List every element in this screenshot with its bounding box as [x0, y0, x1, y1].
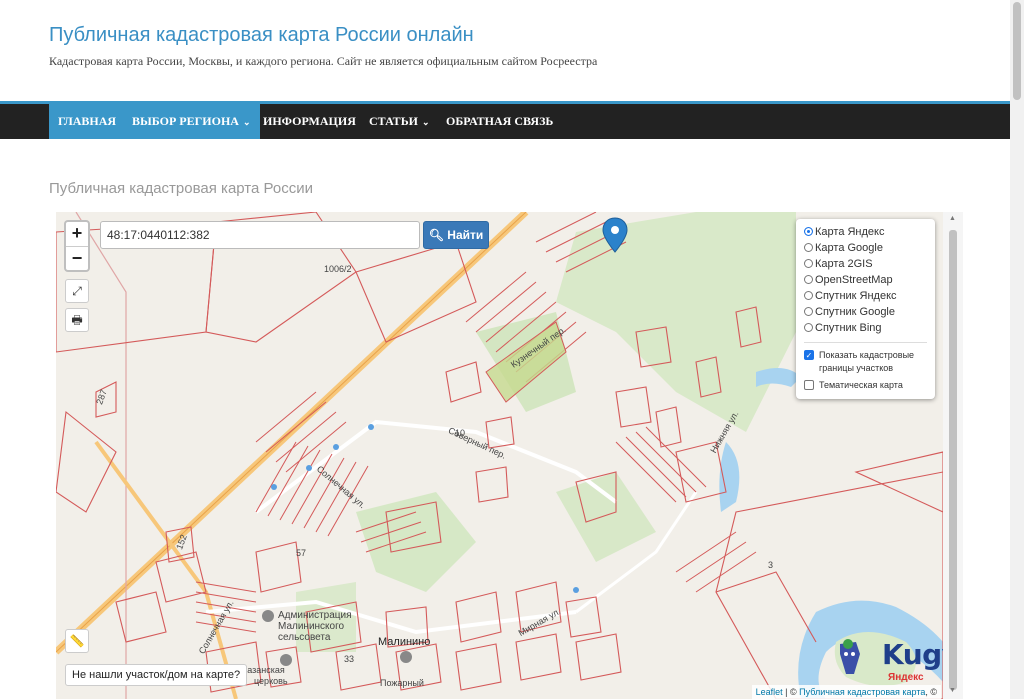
overlay-cadastral-borders[interactable]: ✓ Показать кадастровые границы участков	[804, 349, 927, 375]
nav-item-home[interactable]: ГЛАВНАЯ	[49, 104, 126, 139]
cadastral-map[interactable]: 1006/2 287 152 3 10 57 33 Северный пер. …	[56, 212, 943, 699]
layer-switcher: Карта Яндекс Карта Google Карта 2GIS Ope…	[796, 219, 935, 399]
map-label-admin-2: Малининского	[278, 621, 345, 632]
site-title[interactable]: Публичная кадастровая карта России онлай…	[49, 24, 474, 47]
map-label-parcel-3: 3	[768, 560, 774, 570]
map-label-parcel-57: 57	[296, 548, 307, 558]
chevron-down-icon: ⌄	[242, 117, 251, 127]
measure-button[interactable]: 📏	[65, 629, 89, 653]
ruler-icon: 📏	[69, 634, 85, 648]
layer-option-google-satellite[interactable]: Спутник Google	[804, 304, 927, 320]
cadastral-number-input[interactable]	[100, 221, 420, 249]
scroll-up-icon: ▲	[949, 215, 956, 222]
radio-selected	[804, 227, 813, 236]
map-label-parcel-1006: 1006/2	[324, 264, 352, 274]
printer-icon: 🖶	[71, 313, 83, 327]
page-heading: Публичная кадастровая карта России	[49, 180, 313, 197]
expand-icon: ⤢	[72, 284, 82, 298]
search-icon: 🔍︎	[428, 228, 444, 242]
page-scrollbar[interactable]	[1010, 0, 1024, 699]
zoom-control: + −	[64, 220, 90, 272]
radio	[804, 323, 813, 332]
radio	[804, 259, 813, 268]
map-label-admin: Администрация	[278, 610, 352, 621]
map-label-village: Малинино	[378, 636, 431, 648]
map-label-church: Казанская	[242, 665, 285, 675]
watermark-text: Kugy.ru	[882, 638, 943, 671]
map-label-parcel-33: 33	[344, 654, 355, 664]
radio	[804, 275, 813, 284]
map-label-church-2: церковь	[254, 676, 288, 686]
map-scrollbar[interactable]: ▲ ▼	[943, 212, 963, 699]
zoom-out-button[interactable]: −	[66, 246, 88, 270]
map-attribution: Leaflet | © Публичная кадастровая карта,…	[751, 685, 941, 699]
not-found-button[interactable]: Не нашли участок/дом на карте?	[65, 664, 248, 686]
site-subtitle: Кадастровая карта России, Москвы, и кажд…	[49, 54, 598, 68]
attribution-site-link[interactable]: Публичная кадастровая карта	[799, 687, 925, 697]
nav-item-feedback[interactable]: ОБРАТНАЯ СВЯЗЬ	[437, 104, 562, 139]
yandex-logo-text: Яндекс	[888, 672, 924, 683]
chevron-down-icon: ⌄	[421, 117, 430, 127]
main-navbar: ГЛАВНАЯ ВЫБОР РЕГИОНА ⌄ ИНФОРМАЦИЯ СТАТЬИ…	[0, 104, 1010, 139]
nav-item-articles[interactable]: СТАТЬИ ⌄	[360, 104, 439, 139]
fullscreen-button[interactable]: ⤢	[65, 279, 89, 303]
layer-option-google-map[interactable]: Карта Google	[804, 240, 927, 256]
nav-item-region-select[interactable]: ВЫБОР РЕГИОНА ⌄	[123, 104, 260, 139]
zoom-in-button[interactable]: +	[66, 222, 88, 246]
radio	[804, 243, 813, 252]
checkbox-checked-icon: ✓	[804, 350, 814, 360]
map-label-admin-3: сельсовета	[278, 632, 331, 643]
search-button[interactable]: 🔍︎ Найти	[423, 221, 489, 249]
layer-option-yandex-map[interactable]: Карта Яндекс	[804, 224, 927, 240]
leaflet-link[interactable]: Leaflet	[756, 687, 783, 697]
scroll-down-icon: ▼	[949, 687, 956, 694]
radio	[804, 307, 813, 316]
radio	[804, 291, 813, 300]
page-scrollbar-thumb[interactable]	[1013, 2, 1021, 100]
layer-separator	[804, 342, 927, 343]
layer-option-2gis-map[interactable]: Карта 2GIS	[804, 256, 927, 272]
nav-item-information[interactable]: ИНФОРМАЦИЯ	[254, 104, 365, 139]
layer-option-osm[interactable]: OpenStreetMap	[804, 272, 927, 288]
layer-option-bing-satellite[interactable]: Спутник Bing	[804, 320, 927, 336]
map-scrollbar-thumb[interactable]	[949, 230, 957, 690]
print-button[interactable]: 🖶	[65, 308, 89, 332]
overlay-thematic-map[interactable]: Тематическая карта	[804, 379, 927, 392]
checkbox-icon	[804, 380, 814, 390]
layer-option-yandex-satellite[interactable]: Спутник Яндекс	[804, 288, 927, 304]
map-label-pozharny: Пожарный	[380, 678, 424, 688]
